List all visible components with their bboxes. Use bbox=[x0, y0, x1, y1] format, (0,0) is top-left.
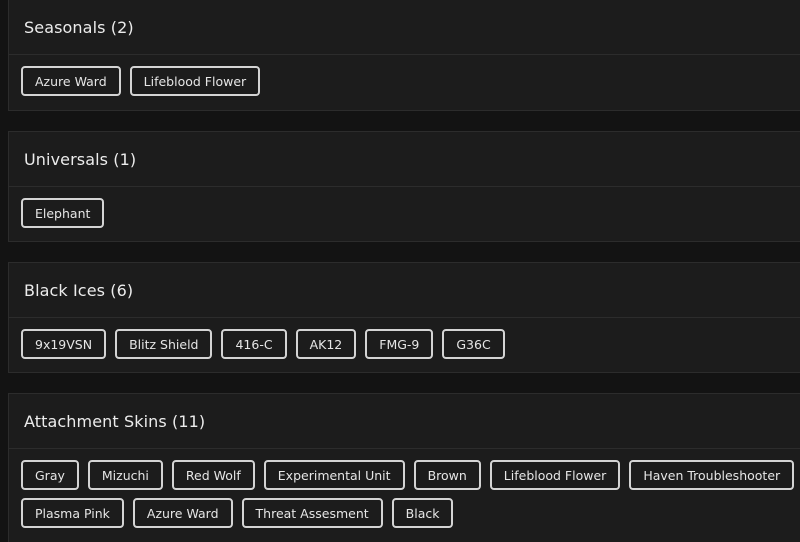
page: Seasonals (2) Azure Ward Lifeblood Flowe… bbox=[0, 0, 800, 542]
chip-list: Azure Ward Lifeblood Flower bbox=[9, 55, 800, 96]
skin-chip-threat-assesment[interactable]: Threat Assesment bbox=[241, 498, 383, 528]
skin-chip-black[interactable]: Black bbox=[391, 498, 454, 528]
skin-chip-lifeblood-flower[interactable]: Lifeblood Flower bbox=[129, 66, 261, 96]
skin-chip-azure-ward[interactable]: Azure Ward bbox=[132, 498, 233, 528]
section-title: Black Ices (6) bbox=[24, 280, 134, 300]
section-header: Attachment Skins (11) bbox=[9, 394, 800, 449]
skin-chip-blitz-shield[interactable]: Blitz Shield bbox=[115, 329, 213, 359]
section-header: Seasonals (2) bbox=[9, 0, 800, 55]
chip-list: Elephant bbox=[9, 187, 800, 228]
section-title: Universals (1) bbox=[24, 149, 137, 169]
skin-chip-mizuchi[interactable]: Mizuchi bbox=[87, 460, 163, 490]
skin-chip-gray[interactable]: Gray bbox=[21, 460, 79, 490]
chip-list: Gray Mizuchi Red Wolf Experimental Unit … bbox=[9, 449, 800, 528]
skin-chip-elephant[interactable]: Elephant bbox=[21, 198, 105, 228]
section-black-ices: Black Ices (6) 9x19VSN Blitz Shield 416-… bbox=[8, 262, 800, 373]
skin-chip-experimental-unit[interactable]: Experimental Unit bbox=[263, 460, 405, 490]
section-seasonals: Seasonals (2) Azure Ward Lifeblood Flowe… bbox=[8, 0, 800, 111]
skin-chip-azure-ward[interactable]: Azure Ward bbox=[21, 66, 121, 96]
section-header: Black Ices (6) bbox=[9, 263, 800, 318]
section-header: Universals (1) bbox=[9, 132, 800, 187]
section-title: Attachment Skins (11) bbox=[24, 411, 206, 431]
skin-chip-ak12[interactable]: AK12 bbox=[295, 329, 357, 359]
skin-chip-lifeblood-flower[interactable]: Lifeblood Flower bbox=[489, 460, 621, 490]
skin-chip-red-wolf[interactable]: Red Wolf bbox=[171, 460, 255, 490]
skin-chip-416-c[interactable]: 416-C bbox=[221, 329, 287, 359]
section-universals: Universals (1) Elephant bbox=[8, 131, 800, 242]
section-title: Seasonals (2) bbox=[24, 17, 134, 37]
skin-chip-g36c[interactable]: G36C bbox=[442, 329, 505, 359]
skin-chip-fmg-9[interactable]: FMG-9 bbox=[365, 329, 434, 359]
chip-list: 9x19VSN Blitz Shield 416-C AK12 FMG-9 G3… bbox=[9, 318, 800, 359]
section-attachment-skins: Attachment Skins (11) Gray Mizuchi Red W… bbox=[8, 393, 800, 542]
skin-chip-plasma-pink[interactable]: Plasma Pink bbox=[21, 498, 124, 528]
skin-chip-haven-troubleshooter[interactable]: Haven Troubleshooter bbox=[629, 460, 795, 490]
skin-chip-9x19vsn[interactable]: 9x19VSN bbox=[21, 329, 107, 359]
skin-chip-brown[interactable]: Brown bbox=[413, 460, 481, 490]
